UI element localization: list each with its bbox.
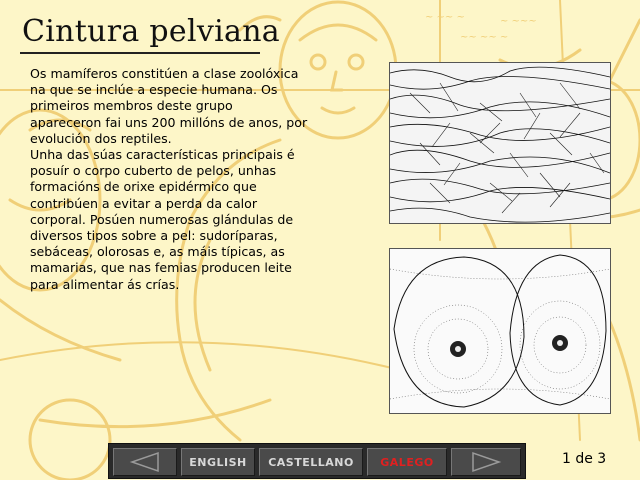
body-text: Os mamíferos constitúen a clase zoolóxic…: [30, 66, 308, 292]
page-title: Cintura pelviana: [22, 14, 280, 49]
svg-text:~ ~~ ~: ~ ~~ ~: [425, 12, 465, 23]
fur-photo: [389, 62, 611, 224]
page-counter: 1 de 3: [562, 451, 607, 467]
svg-text:~~ ~~ ~: ~~ ~~ ~: [460, 32, 508, 43]
svg-text:~ ~~~: ~ ~~~: [500, 16, 537, 27]
language-galego-button[interactable]: GALEGO: [367, 448, 447, 476]
language-castellano-button[interactable]: CASTELLANO: [259, 448, 363, 476]
title-underline: [20, 52, 260, 54]
triangle-right-icon: [472, 451, 502, 473]
mammary-glands-photo: [389, 248, 611, 414]
language-english-button[interactable]: ENGLISH: [181, 448, 255, 476]
previous-page-button[interactable]: [113, 448, 177, 476]
next-page-button[interactable]: [451, 448, 521, 476]
navigation-toolbar: ENGLISH CASTELLANO GALEGO: [108, 443, 526, 479]
triangle-left-icon: [129, 451, 159, 473]
